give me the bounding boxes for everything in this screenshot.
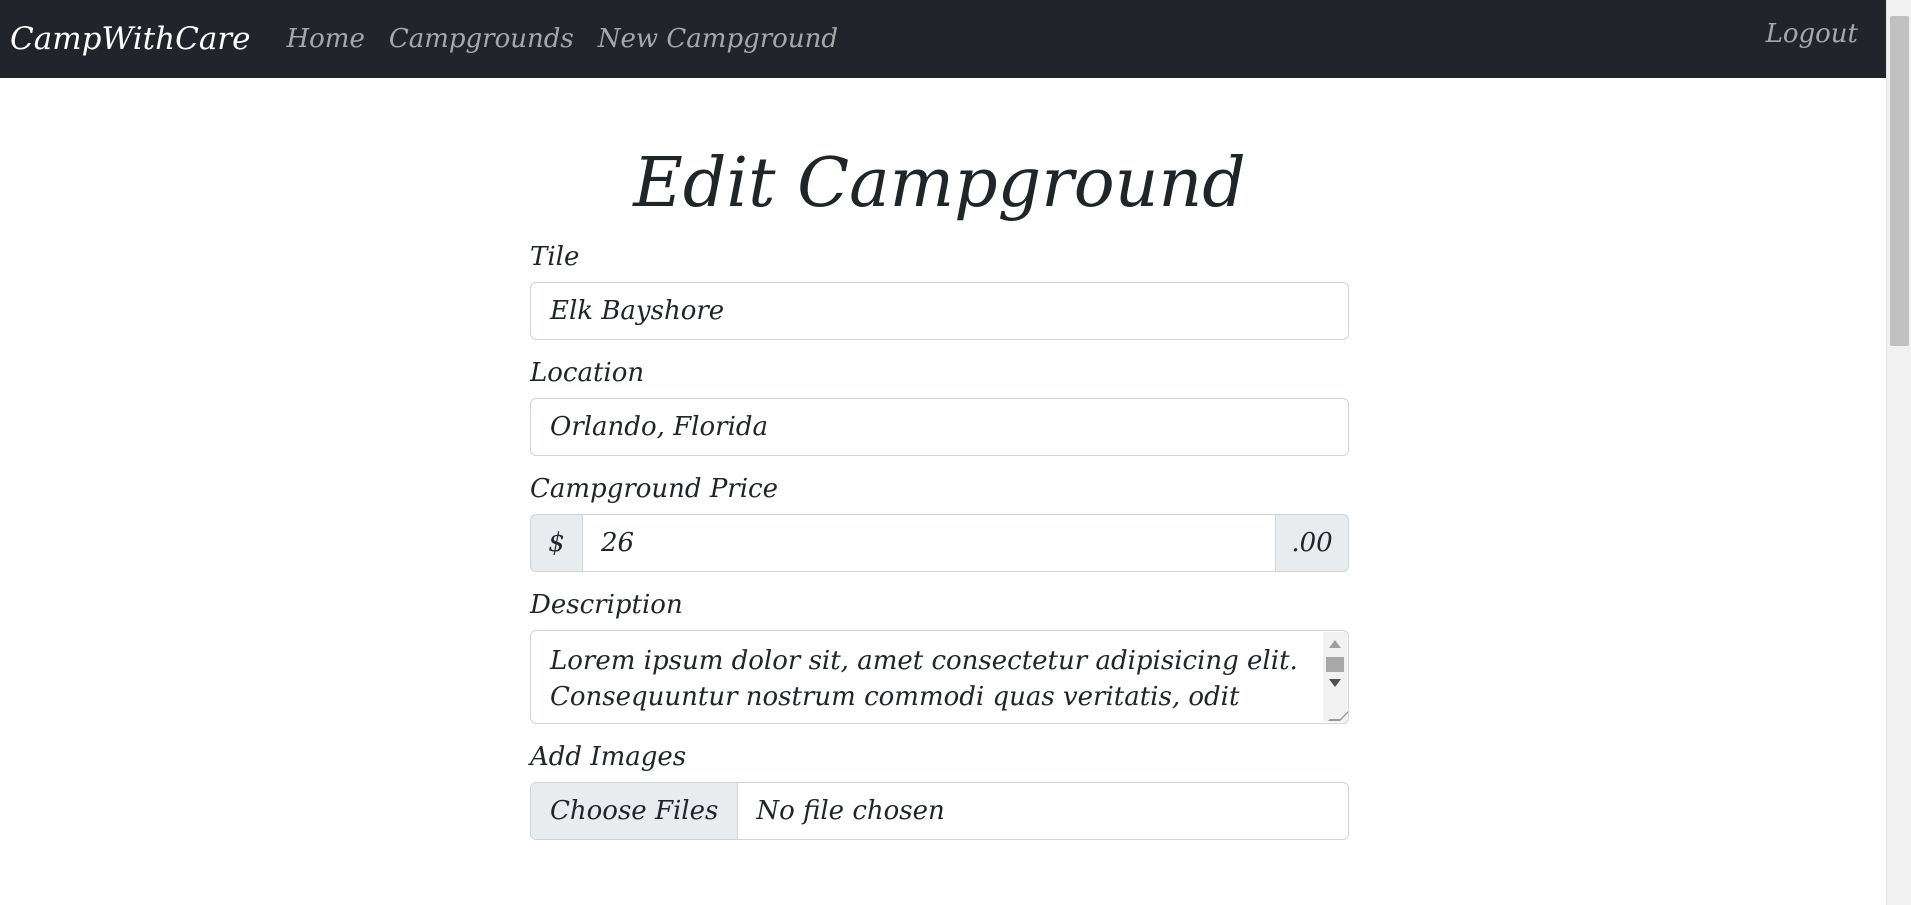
file-status-text: No file chosen <box>756 796 945 826</box>
dollar-addon: $ <box>530 514 583 572</box>
images-label: Add Images <box>530 742 687 772</box>
title-label: Tile <box>530 242 580 272</box>
price-input[interactable]: 26 <box>583 514 1275 572</box>
price-input-group: $ 26 .00 <box>530 514 1349 572</box>
file-input[interactable]: Choose Files No file chosen <box>530 782 1349 840</box>
nav-new-campground-link[interactable]: New Campground <box>598 24 838 54</box>
choose-files-button[interactable]: Choose Files <box>531 783 739 839</box>
brand-link[interactable]: CampWithCare <box>10 21 250 57</box>
description-label: Description <box>530 590 683 620</box>
logout-link[interactable]: Logout <box>1766 19 1858 49</box>
cents-addon: .00 <box>1275 514 1349 572</box>
edit-form-container: Edit Campground Tile Elk Bayshore Locati… <box>530 78 1349 840</box>
page-scroll-thumb[interactable] <box>1890 16 1909 346</box>
location-label: Location <box>530 358 645 388</box>
nav-home-link[interactable]: Home <box>286 24 364 54</box>
location-input[interactable]: Orlando, Florida <box>530 398 1349 456</box>
description-text: Lorem ipsum dolor sit, amet consectetur … <box>550 646 1298 723</box>
page-scrollbar[interactable] <box>1886 0 1911 905</box>
description-textarea[interactable]: Lorem ipsum dolor sit, amet consectetur … <box>530 630 1349 724</box>
nav-links: Home Campgrounds New Campground <box>286 24 838 54</box>
scroll-down-arrow-icon[interactable] <box>1329 679 1341 687</box>
top-navbar: CampWithCare Home Campgrounds New Campgr… <box>0 0 1886 78</box>
title-input[interactable]: Elk Bayshore <box>530 282 1349 340</box>
textarea-scroll-thumb[interactable] <box>1326 657 1344 672</box>
nav-campgrounds-link[interactable]: Campgrounds <box>389 24 574 54</box>
page-title: Edit Campground <box>633 144 1246 223</box>
scroll-up-arrow-icon[interactable] <box>1329 640 1341 648</box>
price-label: Campground Price <box>530 474 779 504</box>
